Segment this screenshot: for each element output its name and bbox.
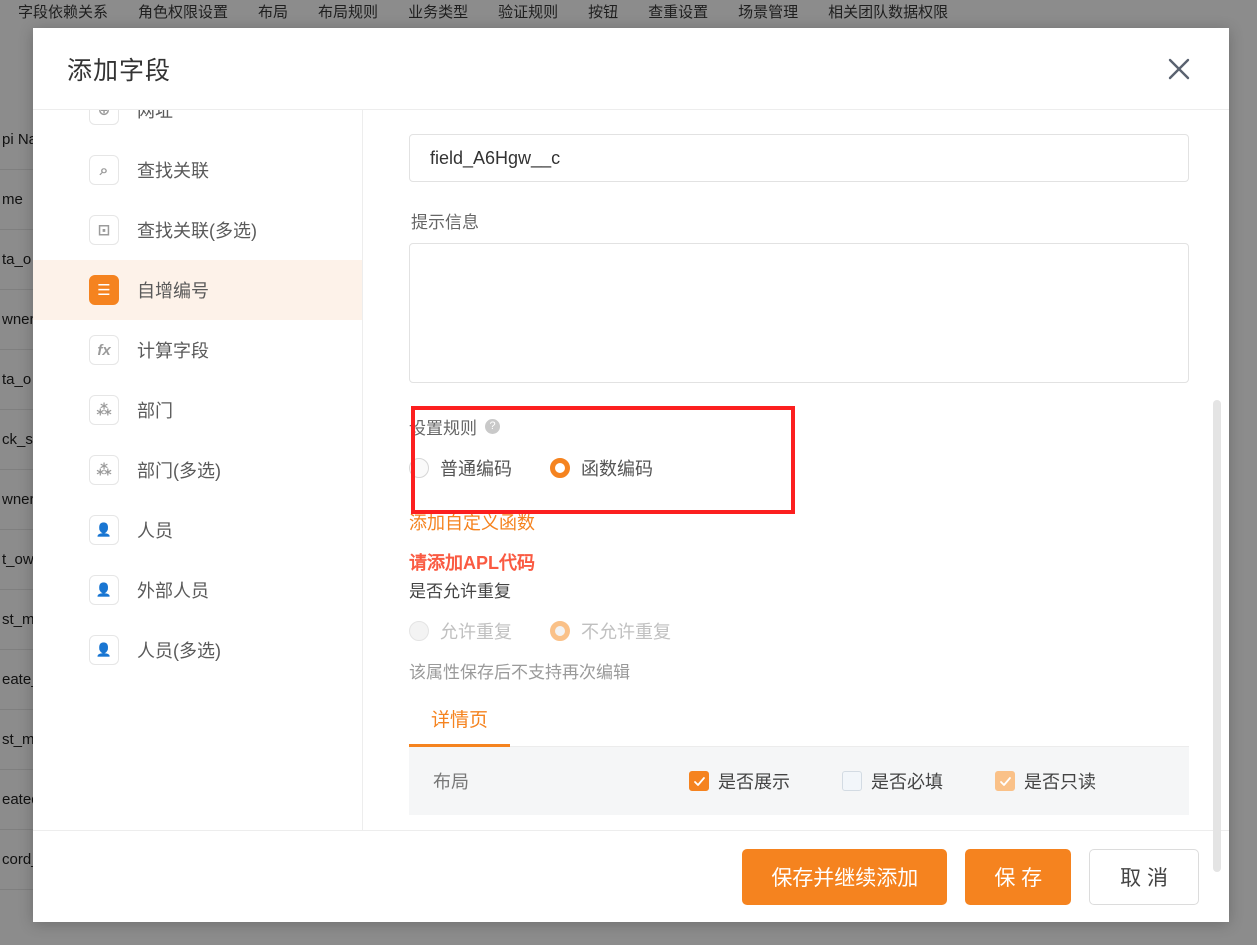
lookup-icon: ⌕ [89, 155, 119, 185]
department-icon: ⁂ [89, 395, 119, 425]
layout-checkbox-2[interactable]: 是否只读 [995, 768, 1096, 794]
field-type-item-7[interactable]: ⁂ 部门 [33, 380, 362, 440]
close-icon[interactable] [1159, 49, 1199, 89]
field-type-label: 部门(多选) [137, 461, 221, 481]
radio-dot-icon [550, 621, 570, 641]
layout-checkbox-0[interactable]: 是否展示 [689, 768, 790, 794]
globe-icon: ⊕ [89, 110, 119, 125]
dialog-footer: 保存并继续添加 保 存 取 消 [33, 830, 1229, 922]
dialog-header: 添加字段 [33, 28, 1229, 110]
dialog-title: 添加字段 [67, 56, 172, 85]
add-field-dialog: 添加字段 ◩布尔值%百分数⊕网址⌕查找关联⊡查找关联(多选)☰自增编号fx计算字… [33, 28, 1229, 922]
field-type-item-4[interactable]: ⊡ 查找关联(多选) [33, 200, 362, 260]
dialog-body: ◩布尔值%百分数⊕网址⌕查找关联⊡查找关联(多选)☰自增编号fx计算字段⁂部门⁂… [33, 110, 1229, 872]
add-custom-function-link[interactable]: 添加自定义函数 [409, 509, 535, 535]
rule-setting-group: 设置规则 ? 普通编码 函数编码 [409, 414, 1189, 481]
external-person-icon: 👤 [89, 575, 119, 605]
radio-dot-icon [550, 458, 570, 478]
checkbox-label: 是否展示 [718, 772, 790, 792]
radio-label: 函数编码 [581, 459, 653, 479]
field-type-list[interactable]: ◩布尔值%百分数⊕网址⌕查找关联⊡查找关联(多选)☰自增编号fx计算字段⁂部门⁂… [33, 110, 363, 830]
field-type-label: 外部人员 [137, 581, 209, 601]
field-settings-pane: 提示信息 设置规则 ? 普通编码 函数编码 添加自定义函数 请添加APL代码 是否… [363, 110, 1229, 830]
rule-radio-0[interactable]: 普通编码 [409, 455, 512, 481]
save-button[interactable]: 保 存 [965, 848, 1072, 905]
layout-tab-0[interactable]: 详情页 [409, 705, 511, 747]
duplicate-radio-1: 不允许重复 [550, 618, 671, 644]
radio-label: 允许重复 [440, 622, 512, 642]
field-type-label: 人员 [137, 521, 173, 541]
duplicate-radio-group: 允许重复 不允许重复 [409, 618, 1189, 644]
rule-radio-1[interactable]: 函数编码 [550, 455, 653, 481]
rule-setting-header: 设置规则 ? [409, 414, 1189, 439]
field-type-label: 网址 [137, 110, 173, 121]
radio-label: 不允许重复 [581, 622, 671, 642]
rule-setting-label: 设置规则 [409, 419, 477, 438]
radio-dot-icon [409, 458, 429, 478]
allow-duplicate-label: 是否允许重复 [409, 582, 511, 601]
cancel-button[interactable]: 取 消 [1089, 848, 1199, 905]
hint-label: 提示信息 [411, 213, 479, 232]
field-type-label: 计算字段 [137, 341, 209, 361]
field-type-label: 人员(多选) [137, 641, 221, 661]
department-multi-icon: ⁂ [89, 455, 119, 485]
layout-row-name: 布局 [433, 772, 469, 792]
field-type-label: 自增编号 [137, 281, 209, 301]
layout-checkbox-1[interactable]: 是否必填 [842, 768, 943, 794]
checkbox-label: 是否只读 [1024, 772, 1096, 792]
field-type-item-11[interactable]: 👤 人员(多选) [33, 620, 362, 680]
save-and-continue-button[interactable]: 保存并继续添加 [742, 848, 948, 905]
checkbox-label: 是否必填 [871, 772, 943, 792]
hint-textarea[interactable] [409, 243, 1189, 383]
field-type-item-8[interactable]: ⁂ 部门(多选) [33, 440, 362, 500]
checkbox-icon [689, 771, 709, 791]
field-type-item-10[interactable]: 👤 外部人员 [33, 560, 362, 620]
content-scrollbar[interactable] [1213, 400, 1221, 872]
auto-number-icon: ☰ [89, 275, 119, 305]
person-icon: 👤 [89, 515, 119, 545]
layout-checkbox-group: 是否展示 是否必填 是否只读 [689, 768, 1096, 794]
layout-tabs[interactable]: 详情页 [409, 705, 1189, 747]
radio-label: 普通编码 [440, 459, 512, 479]
field-type-item-6[interactable]: fx 计算字段 [33, 320, 362, 380]
duplicate-note: 该属性保存后不支持再次编辑 [409, 663, 630, 682]
person-multi-icon: 👤 [89, 635, 119, 665]
field-type-item-2[interactable]: ⊕ 网址 [33, 110, 362, 140]
rule-radio-group: 普通编码 函数编码 [409, 455, 1189, 481]
apl-error-message: 请添加APL代码 [409, 553, 535, 573]
field-type-label: 查找关联 [137, 161, 209, 181]
field-type-item-5[interactable]: ☰ 自增编号 [33, 260, 362, 320]
checkbox-icon [842, 771, 862, 791]
checkbox-icon [995, 771, 1015, 791]
field-name-input[interactable] [409, 134, 1189, 182]
field-type-label: 部门 [137, 401, 173, 421]
help-icon[interactable]: ? [485, 419, 500, 434]
duplicate-radio-0: 允许重复 [409, 618, 512, 644]
layout-table-row: 布局 是否展示 是否必填 是否只读 [409, 747, 1189, 815]
formula-icon: fx [89, 335, 119, 365]
field-type-item-9[interactable]: 👤 人员 [33, 500, 362, 560]
field-type-label: 查找关联(多选) [137, 221, 257, 241]
lookup-multi-icon: ⊡ [89, 215, 119, 245]
layout-table: 布局 是否展示 是否必填 是否只读 [409, 747, 1189, 815]
field-type-item-3[interactable]: ⌕ 查找关联 [33, 140, 362, 200]
radio-dot-icon [409, 621, 429, 641]
